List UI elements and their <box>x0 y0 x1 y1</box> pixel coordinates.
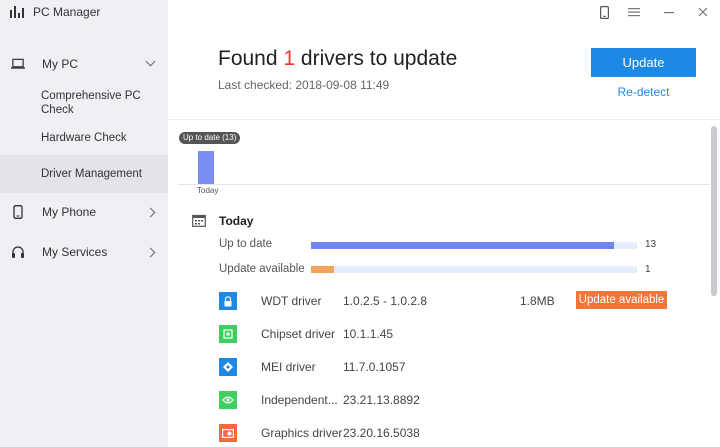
chip-icon <box>219 325 237 343</box>
found-prefix: Found <box>218 47 278 70</box>
sidebar-subitem-hardware-check[interactable]: Hardware Check <box>0 130 168 146</box>
stat-label-up-to-date: Up to date <box>219 238 273 250</box>
timeline-bar[interactable] <box>198 151 214 184</box>
section-title-today: Today <box>219 214 254 228</box>
nvidia-icon <box>219 391 237 409</box>
chevron-right-icon <box>145 207 156 217</box>
driver-name: MEI driver <box>261 360 316 374</box>
update-available-progress-track <box>311 266 637 273</box>
timeline-axis <box>178 184 710 185</box>
up-to-date-progress-fill <box>311 242 615 249</box>
driver-version: 1.0.2.5 - 1.0.2.8 <box>343 294 428 308</box>
update-available-badge[interactable]: Update available <box>576 291 667 309</box>
driver-size: 1.8MB <box>520 294 555 308</box>
app-title: PC Manager <box>10 5 100 19</box>
app-logo-icon <box>10 6 26 18</box>
stat-label-update-available: Update available <box>219 263 305 275</box>
sidebar-item-my-pc[interactable]: My PC <box>0 46 168 82</box>
sidebar-subitem-driver-management[interactable]: Driver Management <box>0 155 168 193</box>
close-icon[interactable] <box>696 5 710 19</box>
headset-icon <box>11 245 25 259</box>
timeline-tooltip: Up to date (13) <box>179 132 241 144</box>
header-divider <box>168 119 720 120</box>
phone-mode-icon[interactable] <box>597 5 611 19</box>
minimize-icon[interactable] <box>662 5 676 19</box>
scrollbar[interactable] <box>711 126 717 296</box>
laptop-icon <box>11 57 25 71</box>
update-available-progress-fill <box>311 266 334 273</box>
driver-name: Chipset driver <box>261 327 336 341</box>
sidebar-subitem-label: Hardware Check <box>41 132 127 144</box>
app-title-text: PC Manager <box>33 5 101 19</box>
chevron-right-icon <box>145 247 156 257</box>
driver-name: Graphics driver <box>261 426 343 440</box>
driver-version: 23.20.16.5038 <box>343 426 420 440</box>
calendar-icon <box>192 214 206 227</box>
sidebar-subitem-label: Driver Management <box>41 168 142 180</box>
driver-version: 11.7.0.1057 <box>343 360 406 374</box>
update-button[interactable]: Update <box>591 48 696 77</box>
driver-version: 23.21.13.8892 <box>343 393 420 407</box>
graphics-card-icon <box>219 424 237 442</box>
chevron-down-icon <box>145 56 156 67</box>
sidebar: PC Manager My PC Comprehensive PC Check … <box>0 0 168 447</box>
driver-row-wdt[interactable]: WDT driver 1.0.2.5 - 1.0.2.8 1.8MB Updat… <box>219 289 689 313</box>
sidebar-item-label: My Phone <box>42 205 97 219</box>
driver-version: 10.1.1.45 <box>343 327 394 341</box>
driver-row-graphics[interactable]: Graphics driver 23.20.16.5038 <box>219 421 689 445</box>
driver-row-independent[interactable]: Independent... 23.21.13.8892 <box>219 388 689 412</box>
redetect-link[interactable]: Re-detect <box>591 85 696 99</box>
pc-manager-window: PC Manager My PC Comprehensive PC Check … <box>0 0 720 447</box>
stat-count-up-to-date: 13 <box>645 239 657 250</box>
found-suffix: drivers to update <box>300 47 458 70</box>
driver-name: Independent... <box>261 393 338 407</box>
up-to-date-progress-track <box>311 242 637 249</box>
lock-icon <box>219 292 237 310</box>
sidebar-subitem-comprehensive-pc-check[interactable]: Comprehensive PC Check <box>0 89 168 117</box>
sidebar-item-my-phone[interactable]: My Phone <box>0 194 168 230</box>
phone-icon <box>11 205 25 219</box>
driver-row-mei[interactable]: MEI driver 11.7.0.1057 <box>219 355 689 379</box>
sidebar-item-label: My Services <box>42 245 108 259</box>
stat-count-update-available: 1 <box>645 264 651 275</box>
sidebar-subitem-label: Comprehensive PC Check <box>41 90 141 116</box>
sidebar-item-label: My PC <box>42 57 78 71</box>
timeline-date-label: Today <box>197 186 219 195</box>
last-checked-text: Last checked: 2018-09-08 11:49 <box>218 78 390 92</box>
driver-name: WDT driver <box>261 294 322 308</box>
page-title: Found 1 drivers to update <box>218 47 457 71</box>
driver-row-chipset[interactable]: Chipset driver 10.1.1.45 <box>219 322 689 346</box>
diamond-icon <box>219 358 237 376</box>
menu-icon[interactable] <box>627 5 641 19</box>
sidebar-item-my-services[interactable]: My Services <box>0 234 168 270</box>
found-count: 1 <box>283 47 296 70</box>
